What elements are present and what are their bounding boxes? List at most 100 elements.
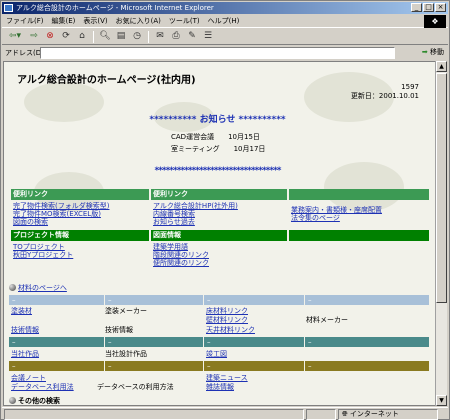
scroll-down-icon[interactable]: ▼ <box>436 395 447 406</box>
link-toilet[interactable]: 便所関連のリンク <box>153 259 209 267</box>
link-mo-search[interactable]: 完了物件MO検索(EXCEL版) <box>13 210 109 218</box>
home-icon[interactable]: ⌂ <box>75 30 89 43</box>
meeting-row: 室ミーティング 10月17日 <box>171 144 265 154</box>
band-cell: – <box>105 337 203 347</box>
band-cell: – <box>204 295 304 305</box>
link-extension-search[interactable]: 内線番号検索 <box>153 210 238 218</box>
scroll-thumb[interactable] <box>436 73 447 303</box>
works-band: – – – – <box>9 337 429 347</box>
print-icon[interactable]: ⎙ <box>169 30 183 43</box>
paint-maker-text: 塗装メーカー <box>105 307 147 315</box>
counter-value: 1597 <box>401 83 419 91</box>
section-header-links: 便利リンク <box>151 189 287 200</box>
link-works[interactable]: 当社作品 <box>11 349 39 359</box>
materials-page-link[interactable]: 材料のページへ <box>9 283 67 293</box>
minimize-button[interactable]: _ <box>411 3 422 12</box>
edit-icon[interactable]: ✎ <box>185 30 199 43</box>
forward-icon[interactable]: ⇨ <box>27 30 41 43</box>
mail-icon[interactable]: ✉ <box>153 30 167 43</box>
link-stairs[interactable]: 階段関連のリンク <box>153 251 209 259</box>
section-header-links: 便利リンク <box>11 189 149 200</box>
browser-window: アルク総合設計のホームページ - Microsoft Internet Expl… <box>0 0 450 420</box>
address-input[interactable] <box>40 47 395 59</box>
menu-help[interactable]: ヘルプ(H) <box>208 16 240 26</box>
meeting-row: CAD運営会議 10月15日 <box>171 132 260 142</box>
maximize-button[interactable]: □ <box>423 3 434 12</box>
link-drawing-search[interactable]: 図面の検索 <box>13 218 109 226</box>
menu-tools[interactable]: ツール(T) <box>169 16 200 26</box>
window-title: アルク総合設計のホームページ - Microsoft Internet Expl… <box>16 4 214 12</box>
close-button[interactable]: × <box>435 3 446 12</box>
link-db-usage[interactable]: データベース利用法 <box>11 382 74 392</box>
links-column: TOプロジェクト 秋田Yプロジェクト <box>13 243 73 259</box>
materials-band: – – – – <box>9 295 429 305</box>
link-architecture-terms[interactable]: 建築学用語 <box>153 243 209 251</box>
band-cell: – <box>204 361 304 371</box>
page-title: アルク総合設計のホームページ(社内用) <box>17 75 196 86</box>
bullet-ball-icon <box>9 397 16 404</box>
db-usage-text: データベースの利用方法 <box>97 383 174 391</box>
link-magazine[interactable]: 雑誌情報 <box>206 382 234 392</box>
go-arrow-icon: ➡ <box>421 48 428 56</box>
band-cell: – <box>105 295 203 305</box>
menu-view[interactable]: 表示(V) <box>83 16 107 26</box>
meeting-date: 10月17日 <box>233 145 266 153</box>
zone-indicator: 🌐︎ インターネット <box>338 408 438 420</box>
search-icon[interactable]: 🔍︎ <box>98 30 112 43</box>
vertical-scrollbar[interactable]: ▲ ▼ <box>435 61 447 406</box>
band-cell: – <box>9 295 104 305</box>
link-paint[interactable]: 塗装材 <box>11 306 32 316</box>
section-header-links-blank <box>289 189 429 200</box>
section-header-blank <box>289 230 429 241</box>
other-search-heading: その他の検索 <box>9 396 60 406</box>
link-complete-search[interactable]: 完了物件検索(フォルダ検索型) <box>13 202 109 210</box>
history-icon[interactable]: ◷ <box>130 30 144 43</box>
other-search-label: その他の検索 <box>18 397 60 405</box>
tech-info-text: 技術情報 <box>105 326 133 334</box>
band-cell: – <box>305 337 429 347</box>
menu-file[interactable]: ファイル(F) <box>6 16 44 26</box>
toolbar-separator <box>148 30 149 43</box>
discuss-icon[interactable]: ☰ <box>201 30 215 43</box>
updated-date: 更新日：2001.10.01 <box>350 92 419 100</box>
access-counter: 1597 更新日：2001.10.01 <box>351 83 419 101</box>
menu-edit[interactable]: 編集(E) <box>52 16 76 26</box>
meeting-name: 室ミーティング <box>171 145 220 153</box>
links-column: 建築学用語 階段関連のリンク 便所関連のリンク <box>153 243 209 267</box>
toolbar-separator <box>93 30 94 43</box>
back-icon[interactable]: ⇦▾ <box>5 30 25 43</box>
link-notice-archive[interactable]: お知らせ過去 <box>153 218 238 226</box>
go-label: 移動 <box>430 48 444 56</box>
stars-divider: ********************************** <box>154 166 281 176</box>
notice-heading: ********** お知らせ ********** <box>149 115 286 125</box>
favorites-icon[interactable]: ▤ <box>114 30 128 43</box>
windows-logo-icon: ❖ <box>424 15 446 28</box>
material-maker-text: 材料メーカー <box>306 316 348 324</box>
stop-icon[interactable]: ⊗ <box>43 30 57 43</box>
go-button[interactable]: ➡ 移動 <box>422 47 444 57</box>
globe-icon: 🌐︎ <box>342 409 348 418</box>
menu-bar: ファイル(F) 編集(E) 表示(V) お気に入り(A) ツール(T) ヘルプ(… <box>2 15 448 28</box>
zone-label: インターネット <box>349 409 399 418</box>
link-to-project[interactable]: TOプロジェクト <box>13 243 73 251</box>
band-cell: – <box>9 361 104 371</box>
refresh-icon[interactable]: ⟳ <box>59 30 73 43</box>
link-wall[interactable]: 壁材料リンク <box>206 315 248 325</box>
link-tech-info[interactable]: 技術情報 <box>11 325 39 335</box>
band-cell: – <box>204 337 304 347</box>
link-ark-homepage[interactable]: アルク総合設計HP(社外用) <box>153 202 238 210</box>
link-ceiling[interactable]: 天井材料リンク <box>206 325 255 335</box>
band-cell: – <box>305 295 429 305</box>
link-business-guide[interactable]: 業務案内・書類様・座席配置 <box>291 206 382 214</box>
materials-label: 材料のページへ <box>18 284 67 292</box>
links-column: 完了物件検索(フォルダ検索型) 完了物件MO検索(EXCEL版) 図面の検索 <box>13 202 109 226</box>
link-akita-project[interactable]: 秋田Yプロジェクト <box>13 251 73 259</box>
scroll-up-icon[interactable]: ▲ <box>436 61 447 72</box>
address-bar: アドレス(D) ➡ 移動 <box>2 46 448 60</box>
link-law-page[interactable]: 法令集のページ <box>291 214 382 222</box>
status-pane <box>306 408 336 420</box>
menu-favorites[interactable]: お気に入り(A) <box>116 16 161 26</box>
link-completion-drawing[interactable]: 竣工図 <box>206 349 227 359</box>
links-column: アルク総合設計HP(社外用) 内線番号検索 お知らせ過去 <box>153 202 238 226</box>
section-header-drawing: 図面情報 <box>151 230 287 241</box>
